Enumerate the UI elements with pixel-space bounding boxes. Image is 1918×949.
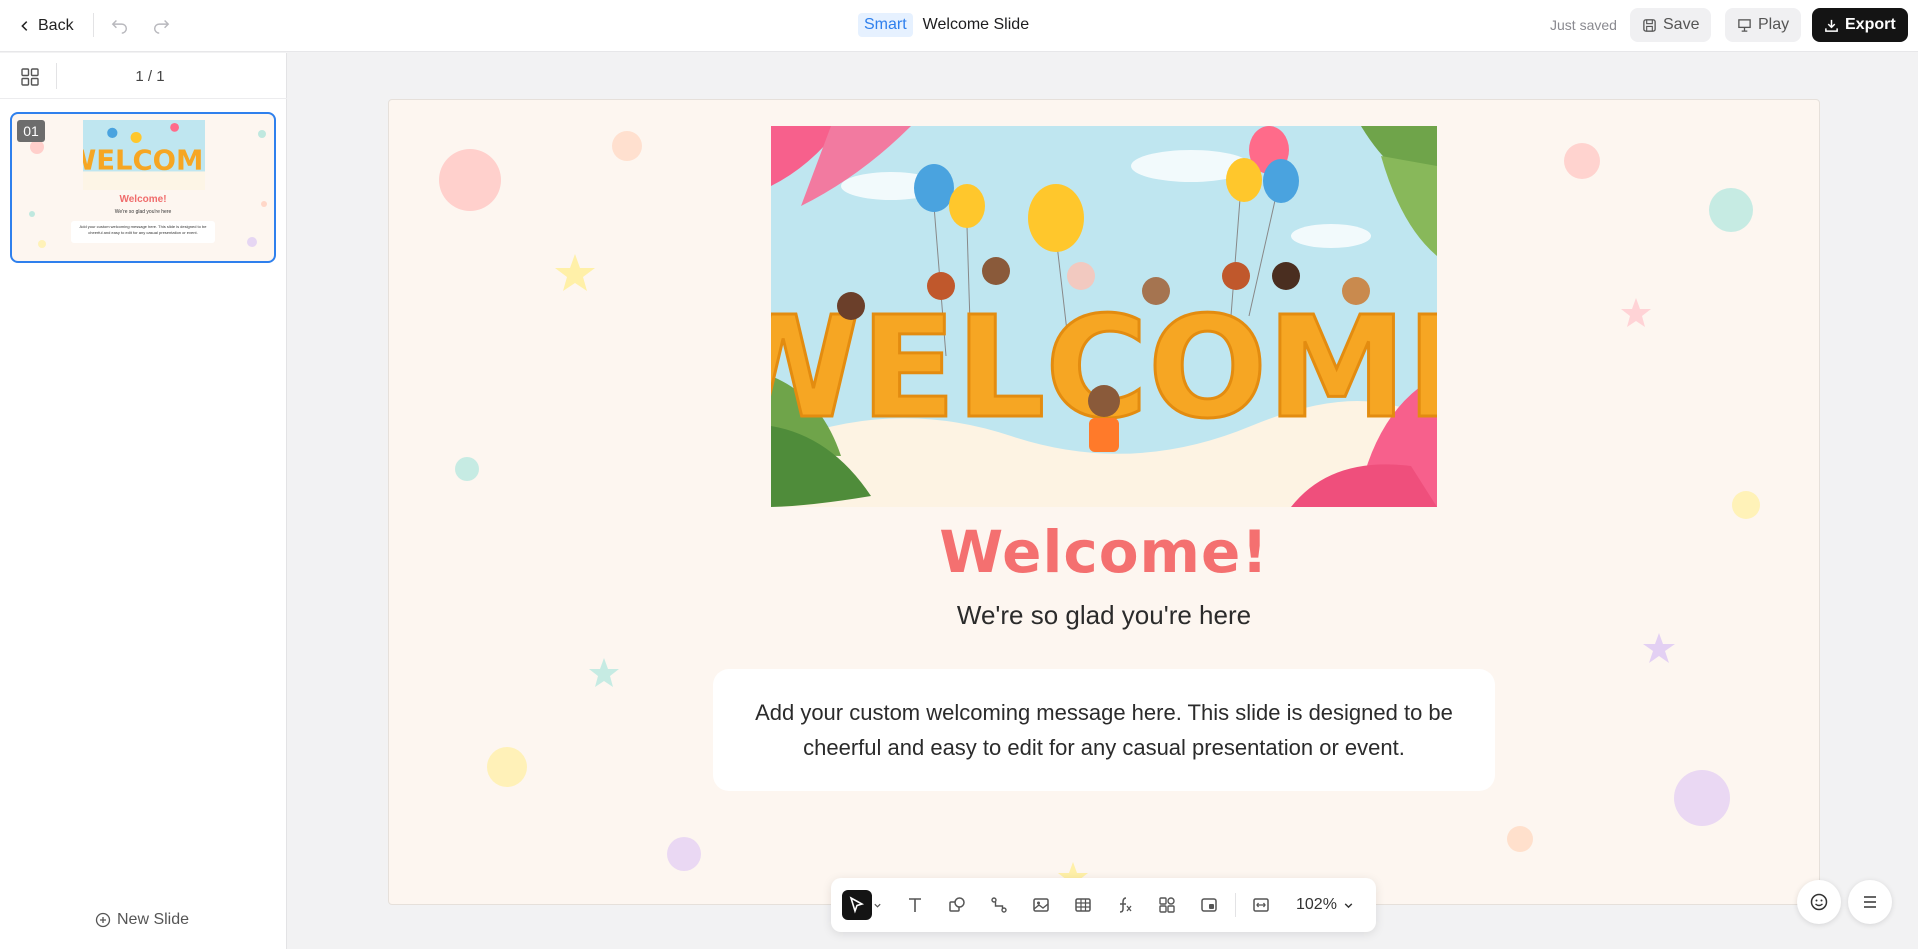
divider xyxy=(93,13,94,37)
slide-thumbnail[interactable]: 01 WELCOME Welcome! We're so glad you're… xyxy=(10,112,276,263)
select-tool-dropdown[interactable] xyxy=(870,890,884,920)
export-label: Export xyxy=(1845,16,1896,33)
chevron-down-icon xyxy=(1344,902,1353,908)
embed-tool[interactable] xyxy=(1194,890,1224,920)
welcome-image-thumbnail: WELCOME xyxy=(83,120,205,190)
slide-title[interactable]: Welcome! xyxy=(389,518,1819,586)
thumbnail-message: Add your custom welcoming message here. … xyxy=(71,221,215,243)
connector-tool[interactable] xyxy=(984,890,1014,920)
chevron-down-icon xyxy=(873,903,881,908)
embed-icon xyxy=(1201,898,1217,912)
image-welcome-letters: WELCOME xyxy=(83,145,205,177)
message-text[interactable]: Add your custom welcoming message here. … xyxy=(753,695,1455,765)
connector-icon xyxy=(991,897,1007,913)
image-icon xyxy=(1033,898,1049,912)
top-bar: Back Smart Welcome Slide Just saved Save… xyxy=(0,0,1918,52)
bottom-toolbar: 102% xyxy=(831,878,1376,932)
formula-tool[interactable] xyxy=(1110,890,1140,920)
document-title[interactable]: Welcome Slide xyxy=(923,16,1029,34)
text-tool[interactable] xyxy=(900,890,930,920)
divider xyxy=(56,63,57,89)
slide-canvas[interactable]: WELCOME Welcome! We're so glad you're he… xyxy=(388,99,1820,905)
fit-width-icon xyxy=(1253,898,1269,912)
table-icon xyxy=(1075,898,1091,912)
smiley-icon xyxy=(1810,893,1828,911)
page-counter: 1 / 1 xyxy=(135,68,165,85)
play-label: Play xyxy=(1758,16,1790,33)
select-tool[interactable] xyxy=(842,890,872,920)
components-tool[interactable] xyxy=(1152,890,1182,920)
back-button[interactable]: Back xyxy=(18,14,74,38)
sidebar-header: 1 / 1 xyxy=(0,53,287,99)
image-tool[interactable] xyxy=(1026,890,1056,920)
zoom-control[interactable]: 102% xyxy=(1296,892,1354,918)
grid-icon xyxy=(21,68,39,86)
new-slide-button[interactable]: New Slide xyxy=(95,911,189,929)
play-button[interactable]: Play xyxy=(1725,8,1802,42)
menu-button[interactable] xyxy=(1848,880,1892,924)
zoom-level: 102% xyxy=(1296,896,1337,913)
cursor-icon xyxy=(849,896,865,914)
redo-icon xyxy=(153,19,170,34)
new-slide-label: New Slide xyxy=(117,911,190,928)
emoji-button[interactable] xyxy=(1797,880,1841,924)
presentation-icon xyxy=(1738,18,1751,32)
slides-sidebar: 1 / 1 01 WELCOME Welcome! We're so glad … xyxy=(0,53,287,949)
table-tool[interactable] xyxy=(1068,890,1098,920)
document-title-area: Smart Welcome Slide xyxy=(858,12,1029,38)
function-icon xyxy=(1119,897,1132,913)
shapes-icon xyxy=(949,897,965,912)
save-button[interactable]: Save xyxy=(1630,8,1712,42)
components-icon xyxy=(1159,897,1175,913)
slide-number: 01 xyxy=(17,120,45,142)
undo-icon xyxy=(111,19,128,34)
download-icon xyxy=(1825,19,1838,32)
plus-circle-icon xyxy=(95,912,111,928)
chevron-left-icon xyxy=(21,21,28,31)
redo-button[interactable] xyxy=(150,14,172,36)
thumbnail-subtitle: We're so glad you're here xyxy=(114,209,172,215)
save-status: Just saved xyxy=(1550,17,1617,33)
message-card[interactable]: Add your custom welcoming message here. … xyxy=(713,669,1495,791)
slide-subtitle[interactable]: We're so glad you're here xyxy=(389,600,1819,631)
fit-tool[interactable] xyxy=(1246,890,1276,920)
grid-view-button[interactable] xyxy=(20,67,40,87)
back-label: Back xyxy=(38,17,74,34)
undo-button[interactable] xyxy=(109,14,131,36)
smart-badge[interactable]: Smart xyxy=(858,13,913,37)
save-icon xyxy=(1643,18,1656,32)
shape-tool[interactable] xyxy=(942,890,972,920)
thumbnail-title: Welcome! xyxy=(119,194,167,205)
divider xyxy=(1235,893,1236,917)
export-button[interactable]: Export xyxy=(1812,8,1908,42)
save-label: Save xyxy=(1663,16,1700,33)
text-icon xyxy=(909,898,921,912)
welcome-image[interactable]: WELCOME xyxy=(771,126,1437,507)
menu-icon xyxy=(1864,896,1876,908)
